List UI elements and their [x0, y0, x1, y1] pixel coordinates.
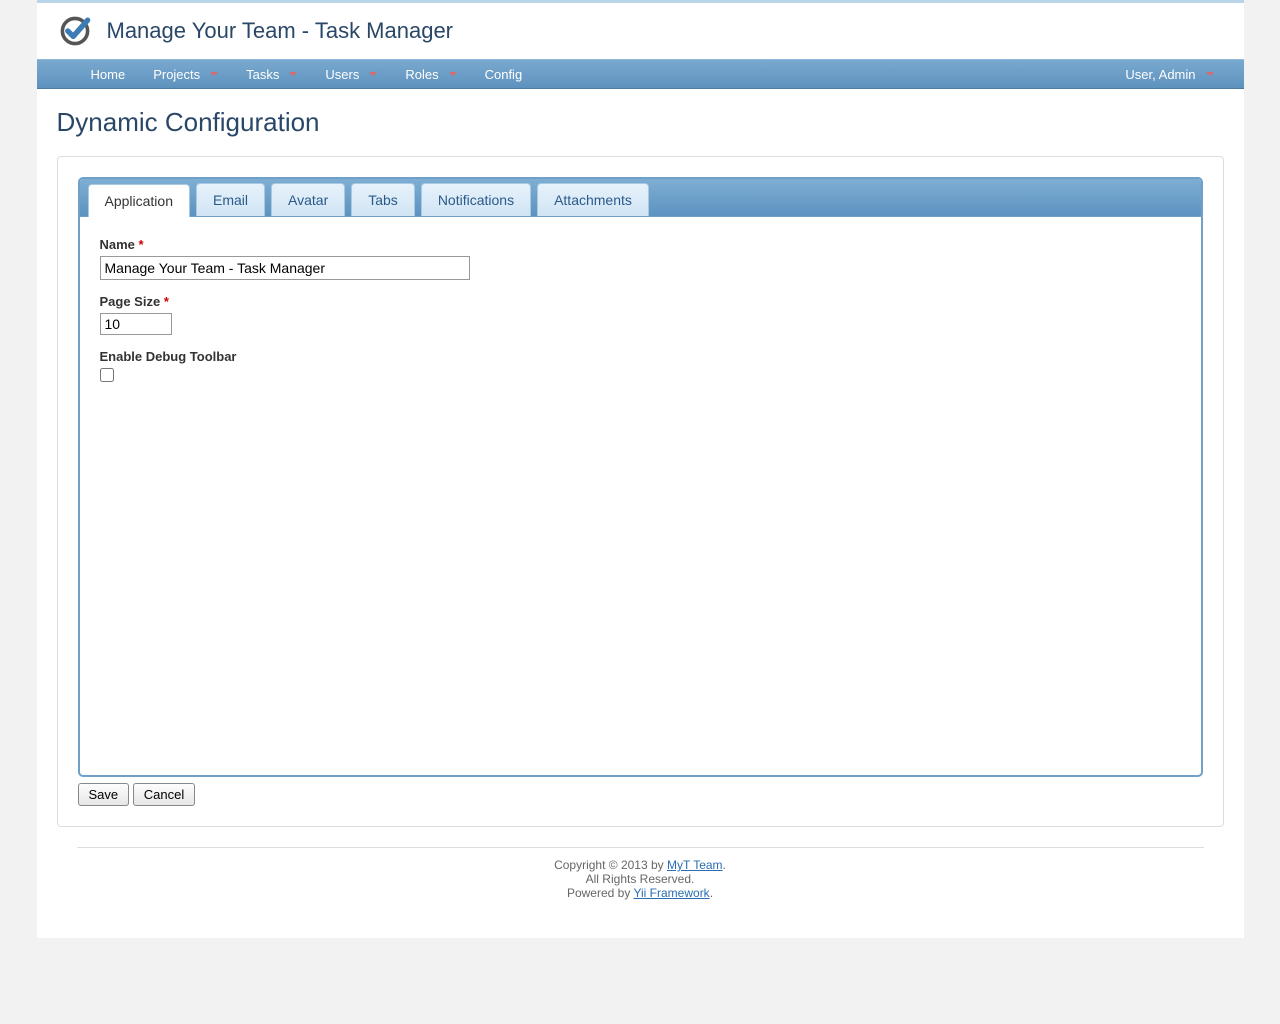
tab-label: Avatar	[288, 192, 328, 208]
footer-link-framework[interactable]: Yii Framework	[633, 886, 709, 900]
name-label: Name *	[100, 237, 144, 252]
form-row-pagesize: Page Size *	[100, 294, 1181, 335]
caret-down-icon	[289, 72, 297, 76]
header: Manage Your Team - Task Manager	[37, 3, 1244, 59]
content: Dynamic Configuration Application Email …	[37, 89, 1244, 938]
tab-email[interactable]: Email	[196, 183, 265, 216]
tab-attachments[interactable]: Attachments	[537, 183, 649, 216]
nav-users[interactable]: Users	[311, 61, 391, 88]
debug-checkbox[interactable]	[100, 368, 114, 382]
form-row-name: Name *	[100, 237, 1181, 280]
label-text: Page Size	[100, 294, 161, 309]
nav-projects[interactable]: Projects	[139, 61, 232, 88]
caret-down-icon	[449, 72, 457, 76]
footer-line3: Powered by Yii Framework.	[77, 886, 1204, 900]
caret-down-icon	[1206, 72, 1214, 76]
nav-label: Home	[91, 67, 126, 82]
nav-label: Config	[485, 67, 523, 82]
main-panel: Application Email Avatar Tabs Notificati…	[57, 156, 1224, 827]
nav-roles[interactable]: Roles	[391, 61, 470, 88]
caret-down-icon	[210, 72, 218, 76]
buttons-row: Save Cancel	[78, 783, 1203, 806]
navbar: Home Projects Tasks Users Roles Config	[37, 59, 1244, 89]
form-row-debug: Enable Debug Toolbar	[100, 349, 1181, 385]
tab-label: Email	[213, 192, 248, 208]
nav-label: Roles	[405, 67, 438, 82]
nav-label: Projects	[153, 67, 200, 82]
tab-label: Notifications	[438, 192, 514, 208]
save-button[interactable]: Save	[78, 783, 130, 806]
nav-left: Home Projects Tasks Users Roles Config	[77, 61, 537, 88]
app-title: Manage Your Team - Task Manager	[107, 18, 454, 44]
required-mark: *	[164, 294, 169, 309]
pagesize-input[interactable]	[100, 313, 172, 335]
nav-label: Users	[325, 67, 359, 82]
required-mark: *	[139, 237, 144, 252]
caret-down-icon	[369, 72, 377, 76]
footer-line1: Copyright © 2013 by MyT Team.	[77, 858, 1204, 872]
tab-label: Application	[105, 193, 174, 209]
nav-config[interactable]: Config	[471, 61, 537, 88]
nav-user-menu[interactable]: User, Admin	[1111, 61, 1227, 88]
nav-label: Tasks	[246, 67, 279, 82]
tab-label: Attachments	[554, 192, 632, 208]
footer-link-team[interactable]: MyT Team	[667, 858, 723, 872]
footer-text: Copyright © 2013 by	[554, 858, 667, 872]
nav-tasks[interactable]: Tasks	[232, 61, 311, 88]
footer-text: .	[723, 858, 726, 872]
nav-right: User, Admin	[1111, 61, 1227, 88]
tabs-container: Application Email Avatar Tabs Notificati…	[78, 177, 1203, 777]
tab-tabs[interactable]: Tabs	[351, 183, 415, 216]
page-title: Dynamic Configuration	[57, 107, 1224, 138]
pagesize-label: Page Size *	[100, 294, 169, 309]
nav-user-label: User, Admin	[1125, 67, 1195, 82]
nav-home[interactable]: Home	[77, 61, 140, 88]
footer-text: .	[710, 886, 713, 900]
cancel-button[interactable]: Cancel	[133, 783, 195, 806]
debug-label: Enable Debug Toolbar	[100, 349, 237, 364]
tab-notifications[interactable]: Notifications	[421, 183, 531, 216]
label-text: Name	[100, 237, 135, 252]
name-input[interactable]	[100, 256, 470, 280]
tab-avatar[interactable]: Avatar	[271, 183, 345, 216]
page-container: Manage Your Team - Task Manager Home Pro…	[37, 0, 1244, 938]
tab-label: Tabs	[368, 192, 398, 208]
tabs-bar: Application Email Avatar Tabs Notificati…	[80, 179, 1201, 217]
tab-application[interactable]: Application	[88, 184, 191, 217]
footer-text: Powered by	[567, 886, 634, 900]
footer-line2: All Rights Reserved.	[77, 872, 1204, 886]
footer: Copyright © 2013 by MyT Team. All Rights…	[77, 847, 1204, 918]
tab-body: Name * Page Size * Enable Debug T	[80, 217, 1201, 757]
app-logo-icon	[57, 13, 93, 49]
